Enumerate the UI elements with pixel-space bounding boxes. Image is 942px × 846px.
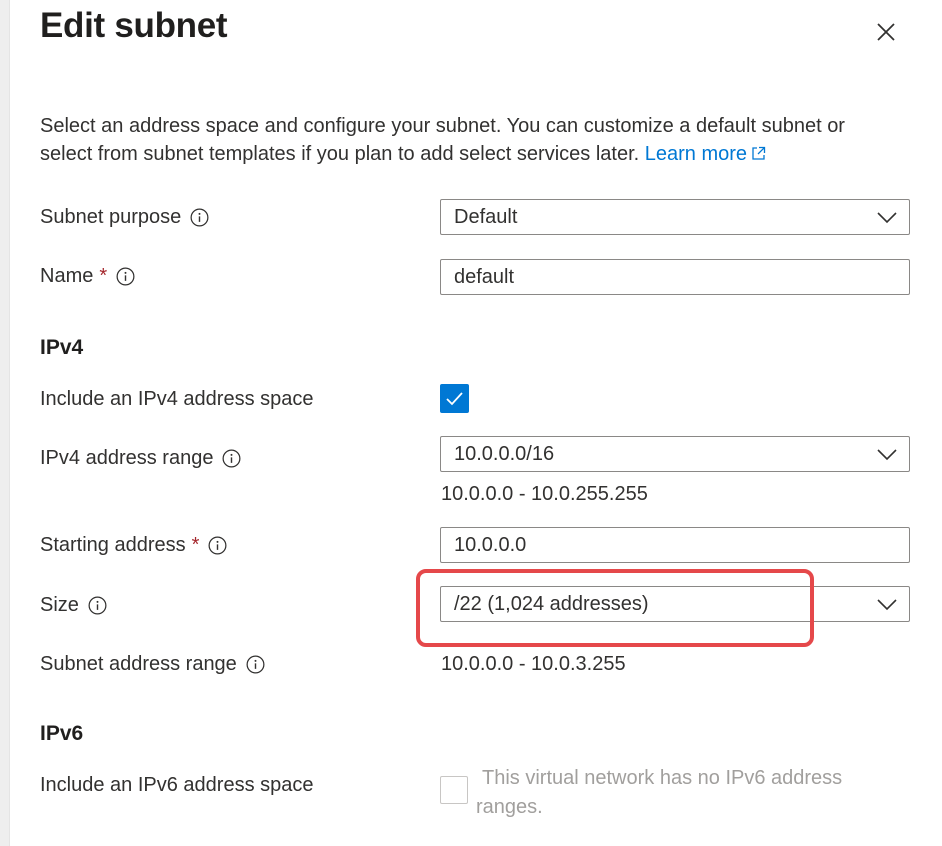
starting-address-value: 10.0.0.0	[454, 533, 527, 556]
size-label: Size	[40, 594, 79, 616]
ipv4-heading: IPv4	[40, 336, 84, 359]
name-label: Name	[40, 265, 94, 287]
include-ipv4-checkbox[interactable]	[440, 384, 469, 413]
external-link-icon[interactable]	[751, 146, 766, 161]
ipv4-range-label-row: IPv4 address range	[40, 447, 241, 470]
include-ipv4-label: Include an IPv4 address space	[40, 388, 314, 411]
name-input[interactable]: default	[440, 259, 910, 295]
subnet-purpose-label-row: Subnet purpose	[40, 206, 209, 229]
info-icon[interactable]	[208, 536, 227, 555]
subnet-range-label: Subnet address range	[40, 653, 237, 675]
learn-more-link[interactable]: Learn more	[645, 143, 766, 165]
ipv4-range-dropdown[interactable]: 10.0.0.0/16	[440, 436, 910, 472]
info-icon[interactable]	[88, 596, 107, 615]
include-ipv6-text: Include an IPv6 address space	[40, 774, 314, 796]
include-ipv4-text: Include an IPv4 address space	[40, 388, 314, 410]
starting-address-input[interactable]: 10.0.0.0	[440, 527, 910, 563]
required-mark: *	[191, 534, 200, 556]
starting-address-label: Starting address	[40, 534, 186, 556]
ipv6-disabled-note: This virtual network has no IPv6 address…	[476, 767, 843, 818]
size-value: /22 (1,024 addresses)	[454, 592, 649, 615]
subnet-purpose-value: Default	[454, 205, 518, 228]
info-icon[interactable]	[116, 267, 135, 286]
name-value: default	[454, 265, 515, 288]
description: Select an address space and configure yo…	[40, 112, 900, 168]
info-icon[interactable]	[222, 449, 241, 468]
info-icon[interactable]	[246, 655, 265, 674]
size-dropdown[interactable]: /22 (1,024 addresses)	[440, 586, 910, 622]
ipv4-range-value: 10.0.0.0/16	[454, 442, 555, 465]
checkmark-icon	[446, 392, 463, 406]
subnet-range-label-row: Subnet address range	[40, 653, 265, 676]
subnet-purpose-dropdown[interactable]: Default	[440, 199, 910, 235]
chevron-down-icon	[877, 599, 897, 611]
size-label-row: Size	[40, 594, 107, 617]
ipv6-heading: IPv6	[40, 722, 84, 745]
include-ipv6-label: Include an IPv6 address space	[40, 774, 314, 797]
panel-left-edge	[0, 0, 10, 846]
starting-address-label-row: Starting address *	[40, 534, 227, 557]
chevron-down-icon	[877, 212, 897, 224]
chevron-down-icon	[877, 449, 897, 461]
learn-more-label[interactable]: Learn more	[645, 143, 747, 165]
page-title: Edit subnet	[40, 6, 228, 45]
ipv4-range-label: IPv4 address range	[40, 447, 214, 469]
required-mark: *	[99, 265, 108, 287]
subnet-purpose-label: Subnet purpose	[40, 206, 182, 228]
info-icon[interactable]	[190, 208, 209, 227]
include-ipv6-checkbox	[440, 776, 468, 804]
ipv4-range-detail: 10.0.0.0 - 10.0.255.255	[441, 483, 648, 505]
subnet-range-value: 10.0.0.0 - 10.0.3.255	[441, 653, 626, 675]
name-label-row: Name *	[40, 265, 135, 288]
close-icon[interactable]	[870, 16, 902, 48]
